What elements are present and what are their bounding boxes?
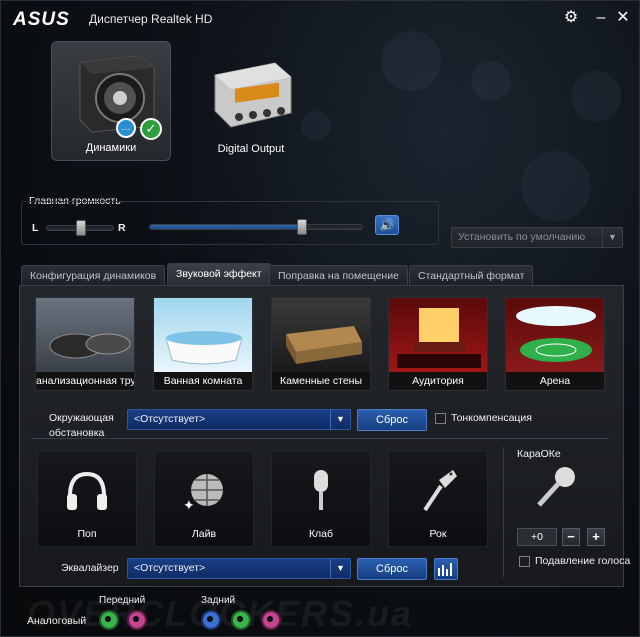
tab-sound-effect[interactable]: Звуковой эффект <box>167 263 271 285</box>
karaoke-minus-button[interactable]: − <box>562 528 580 546</box>
volume-slider[interactable] <box>149 219 363 235</box>
tab-speaker-config[interactable]: Конфигурация динамиков <box>21 265 166 285</box>
rear-jacks-label: Задний <box>201 595 236 606</box>
microphone-icon <box>272 466 370 519</box>
equalizer-label: Эквалайзер <box>61 562 119 574</box>
balance-right-label: R <box>118 222 126 234</box>
env-image <box>154 298 252 372</box>
balance-slider[interactable] <box>46 220 114 236</box>
gear-icon[interactable]: ⚙ <box>561 8 581 28</box>
bokeh-decoration <box>571 71 621 121</box>
environment-reset-button[interactable]: Сброс <box>357 409 427 431</box>
chat-icon: … <box>116 118 136 138</box>
chevron-down-icon: ▼ <box>330 559 350 578</box>
bokeh-decoration <box>381 31 441 91</box>
disco-ball-icon: ✦ <box>155 466 253 519</box>
genre-live[interactable]: ✦ Лайв <box>154 451 254 547</box>
title-bar: ASUS Диспетчер Realtek HD ⚙ – ✕ <box>1 1 639 35</box>
genre-pop[interactable]: Поп <box>37 451 137 547</box>
set-default-label: Установить по умолчанию <box>458 231 586 243</box>
env-label: Каменные стены <box>279 375 363 387</box>
equalizer-bars-icon <box>438 563 452 576</box>
genre-label: Рок <box>429 528 447 540</box>
set-default-dropdown[interactable]: Установить по умолчанию ▼ <box>451 227 623 248</box>
device-speakers-label: Динамики <box>85 142 137 154</box>
tab-default-format[interactable]: Стандартный формат <box>409 265 534 285</box>
genre-club[interactable]: Клаб <box>271 451 371 547</box>
equalizer-reset-button[interactable]: Сброс <box>357 558 427 580</box>
env-tile-sewer[interactable]: анализационная труб <box>35 297 135 391</box>
genre-label: Поп <box>77 528 97 540</box>
volume-fill <box>150 225 302 229</box>
app-window: ASUS Диспетчер Realtek HD ⚙ – ✕ … ✓ Дина… <box>0 0 640 637</box>
env-tile-arena[interactable]: Арена <box>505 297 605 391</box>
mute-button[interactable]: 🔊 <box>375 215 399 235</box>
close-button[interactable]: ✕ <box>613 8 633 28</box>
environment-dropdown[interactable]: <Отсутствует> ▼ <box>127 409 351 430</box>
rear-jack-pink[interactable] <box>263 612 279 628</box>
front-jacks-label: Передний <box>99 595 146 606</box>
analog-label: Аналоговый <box>27 615 87 627</box>
tab-room-correction[interactable]: Поправка на помещение <box>269 265 408 285</box>
genre-label: Лайв <box>191 528 217 540</box>
genre-rock[interactable]: Рок <box>388 451 488 547</box>
balance-left-label: L <box>32 222 39 234</box>
guitar-icon <box>389 466 487 519</box>
rear-jack-green[interactable] <box>233 612 249 628</box>
rear-jack-blue[interactable] <box>203 612 219 628</box>
volume-thumb[interactable] <box>297 219 307 235</box>
front-jack-pink[interactable] <box>129 612 145 628</box>
chevron-down-icon: ▼ <box>330 410 350 429</box>
env-tile-bathroom[interactable]: Ванная комната <box>153 297 253 391</box>
front-jack-green[interactable] <box>101 612 117 628</box>
loudness-label: Тонкомпенсация <box>451 412 532 424</box>
env-image <box>506 298 604 372</box>
divider <box>503 447 504 577</box>
karaoke-value: +0 <box>517 528 557 546</box>
bokeh-decoration <box>471 61 511 101</box>
env-label: Аудитория <box>412 375 464 387</box>
asus-logo: ASUS <box>13 9 70 30</box>
balance-thumb[interactable] <box>76 220 86 236</box>
bokeh-decoration <box>521 151 591 221</box>
equalizer-value: <Отсутствует> <box>134 562 206 574</box>
digital-output-icon <box>214 62 292 128</box>
karaoke-title: КараОКе <box>517 448 561 460</box>
environment-value: <Отсутствует> <box>134 413 206 425</box>
env-image <box>36 298 134 372</box>
env-image <box>272 298 370 372</box>
divider <box>31 438 609 439</box>
genre-label: Клаб <box>308 528 334 540</box>
speaker-volume-icon: 🔊 <box>379 218 395 232</box>
voice-suppression-checkbox[interactable] <box>519 556 530 567</box>
env-tile-auditorium[interactable]: Аудитория <box>388 297 488 391</box>
env-label: Ванная комната <box>163 375 243 387</box>
equalizer-graphic-button[interactable] <box>434 558 458 580</box>
env-tile-stone-walls[interactable]: Каменные стены <box>271 297 371 391</box>
voice-suppression-label: Подавление голоса <box>535 555 631 567</box>
equalizer-dropdown[interactable]: <Отсутствует> ▼ <box>127 558 351 579</box>
check-icon: ✓ <box>140 118 162 140</box>
loudness-checkbox[interactable] <box>435 413 446 424</box>
chevron-down-icon: ▼ <box>602 228 622 247</box>
minimize-button[interactable]: – <box>591 8 611 28</box>
headphones-icon <box>38 466 136 519</box>
env-label: Арена <box>539 375 571 387</box>
device-digital-output-label: Digital Output <box>217 143 285 155</box>
device-speakers[interactable]: … ✓ Динамики <box>51 41 171 161</box>
karaoke-plus-button[interactable]: + <box>587 528 605 546</box>
window-title: Диспетчер Realtek HD <box>89 12 213 26</box>
env-label: анализационная труб <box>36 375 135 387</box>
env-image <box>389 298 487 372</box>
karaoke-mic-icon <box>531 463 581 514</box>
environment-label-1: Окружающая <box>49 412 114 424</box>
svg-text:✦: ✦ <box>183 498 195 514</box>
device-digital-output[interactable]: Digital Output <box>191 41 311 161</box>
